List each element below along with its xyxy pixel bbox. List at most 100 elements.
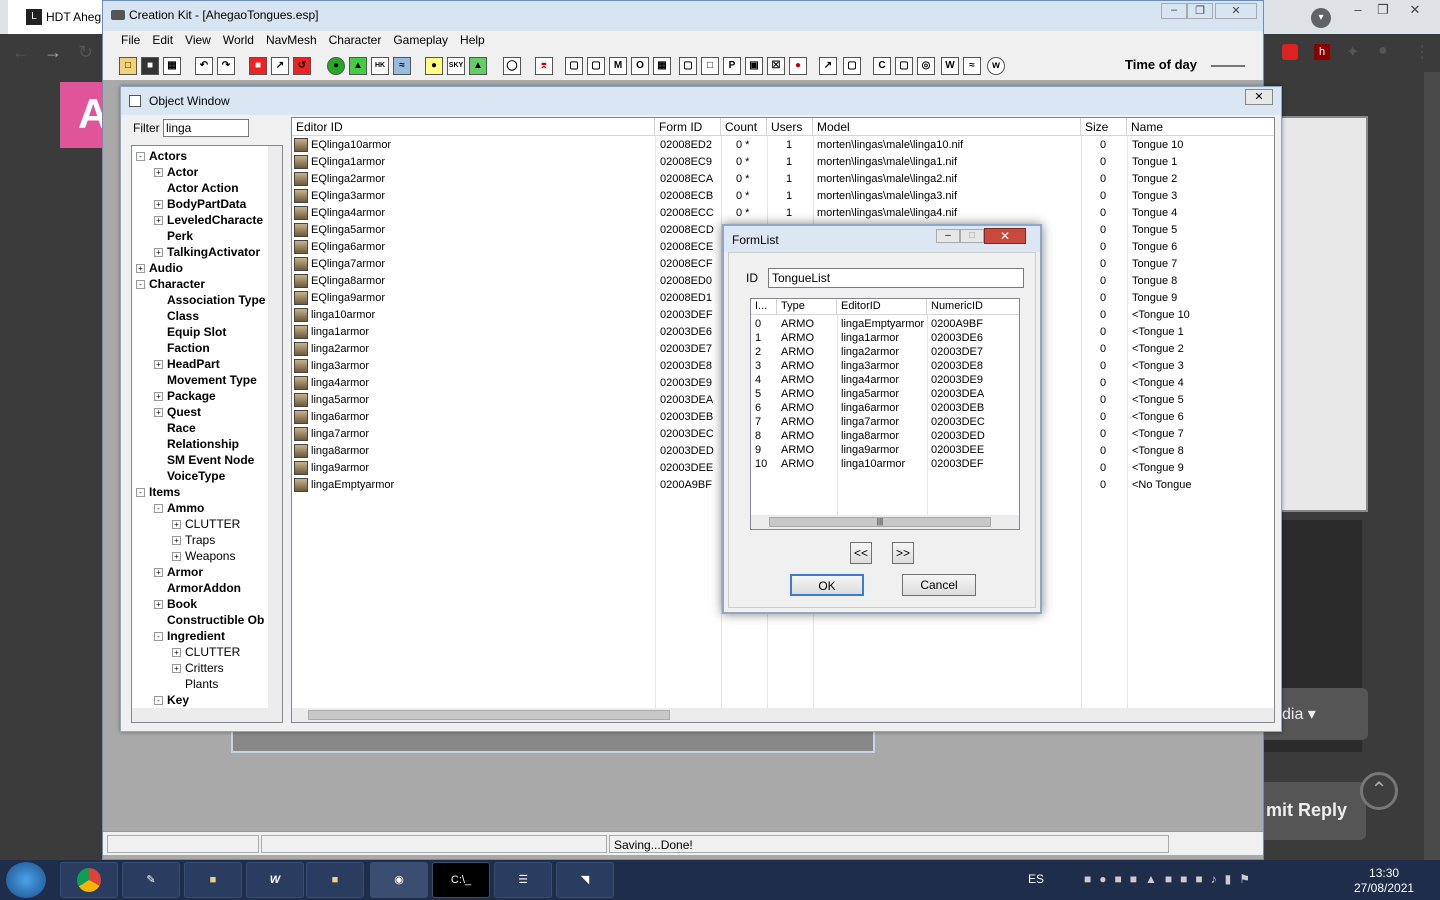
collapse-icon[interactable]: - xyxy=(136,152,145,162)
tree-node[interactable]: + Audio xyxy=(136,260,183,276)
tree-node[interactable]: SM Event Node xyxy=(154,452,254,468)
tree-node[interactable]: + Traps xyxy=(172,532,215,548)
target-icon[interactable]: ◎ xyxy=(917,57,935,75)
tree-node[interactable]: Class xyxy=(154,308,199,324)
object-window-close-icon[interactable]: ✕ xyxy=(1245,89,1273,105)
menu-view[interactable]: View xyxy=(179,33,217,51)
page-scrollbar[interactable] xyxy=(1424,72,1440,860)
object-row[interactable]: EQlinga10armor 02008ED2 0 * 1 morten\lingas\… xyxy=(292,137,1274,154)
browser-maximize-icon[interactable]: ❐ xyxy=(1370,2,1396,22)
navmesh-green-icon[interactable]: ● xyxy=(327,57,345,75)
formlist-close-icon[interactable]: ✕ xyxy=(984,228,1026,244)
account-avatar-icon[interactable]: ● xyxy=(1378,42,1388,60)
tree-node[interactable]: Relationship xyxy=(154,436,239,452)
water-w-icon[interactable]: W xyxy=(941,57,959,75)
collapse-icon[interactable]: - xyxy=(154,632,163,642)
expand-icon[interactable]: + xyxy=(172,552,181,562)
tree-node[interactable]: - Character xyxy=(136,276,205,292)
move-up-button[interactable]: << xyxy=(850,542,872,564)
browser-back-icon[interactable]: ← xyxy=(12,42,30,63)
expand-icon[interactable]: + xyxy=(172,520,181,530)
taskbar-folder-icon[interactable]: ■ xyxy=(306,862,364,898)
tree-node[interactable]: + Quest xyxy=(154,404,201,420)
expand-icon[interactable]: + xyxy=(172,664,181,674)
menu-gameplay[interactable]: Gameplay xyxy=(387,33,454,51)
col-users[interactable]: Users xyxy=(767,118,813,136)
tree-node[interactable]: - Key xyxy=(154,692,189,708)
taskbar-app-icon[interactable]: ◥ xyxy=(556,862,614,898)
taskbar-document-icon[interactable]: ☰ xyxy=(494,862,552,898)
tree-node[interactable]: + Package xyxy=(154,388,216,404)
tree-node[interactable]: VoiceType xyxy=(154,468,225,484)
menu-edit[interactable]: Edit xyxy=(146,33,179,51)
expand-icon[interactable]: + xyxy=(154,360,163,370)
tree-node[interactable]: Movement Type xyxy=(154,372,257,388)
fl-col-index[interactable]: I... xyxy=(751,299,777,315)
taskbar-clock[interactable]: 13:30 27/08/2021 xyxy=(1354,866,1414,896)
tree-node[interactable]: - Ammo xyxy=(154,500,204,516)
object-row[interactable]: EQlinga2armor 02008ECA 0 * 1 morten\lingas\m… xyxy=(292,171,1274,188)
multibound-icon[interactable]: □ xyxy=(701,57,719,75)
ck-close-icon[interactable]: ✕ xyxy=(1215,3,1257,19)
extensions-puzzle-icon[interactable]: ✦ xyxy=(1346,42,1359,62)
col-model[interactable]: Model xyxy=(813,118,1081,136)
taskbar-console-icon[interactable]: C:\_ xyxy=(432,862,490,898)
expand-icon[interactable]: + xyxy=(154,168,163,178)
expand-icon[interactable]: + xyxy=(172,648,181,658)
browser-profile-icon[interactable]: ▾ xyxy=(1311,8,1331,28)
fog-icon[interactable]: ≈ xyxy=(393,57,411,75)
light-bulb-icon[interactable]: ● xyxy=(425,57,443,75)
undo-icon[interactable]: ↶ xyxy=(195,57,213,75)
save-icon[interactable]: ■ xyxy=(141,57,159,75)
scroll-top-icon[interactable]: ⌃ xyxy=(1360,772,1398,810)
tree-node[interactable]: Constructible Ob xyxy=(154,612,264,628)
expand-icon[interactable]: + xyxy=(172,536,181,546)
object-row[interactable]: EQlinga3armor 02008ECB 0 * 1 morten\lingas\m… xyxy=(292,188,1274,205)
object-list-hscrollbar[interactable] xyxy=(292,708,1274,722)
sound-icon[interactable]: ● xyxy=(789,57,807,75)
room-bound-icon[interactable]: ▢ xyxy=(679,57,697,75)
tree-node[interactable]: + HeadPart xyxy=(154,356,220,372)
fl-col-editorid[interactable]: EditorID xyxy=(837,299,927,315)
col-count[interactable]: Count xyxy=(721,118,767,136)
start-button-icon[interactable] xyxy=(6,862,46,898)
move-tool-icon[interactable]: ↗ xyxy=(271,57,289,75)
taskbar-explorer-icon[interactable]: ■ xyxy=(184,862,242,898)
tree-node[interactable]: Association Type xyxy=(154,292,265,308)
havok-icon[interactable]: HK xyxy=(371,57,389,75)
col-size[interactable]: Size xyxy=(1081,118,1127,136)
tree-node[interactable]: + Armor xyxy=(154,564,203,580)
browser-close-icon[interactable]: ✕ xyxy=(1402,2,1428,22)
browser-reload-icon[interactable]: ↻ xyxy=(78,42,93,63)
tree-node[interactable]: - Items xyxy=(136,484,180,500)
menu-world[interactable]: World xyxy=(217,33,260,51)
taskbar-creation-kit-icon[interactable]: ◉ xyxy=(370,862,428,898)
tree-node[interactable]: Plants xyxy=(172,676,218,692)
object-list-hscroll-thumb[interactable] xyxy=(308,710,670,720)
collapse-icon[interactable]: - xyxy=(154,696,163,706)
collapse-icon[interactable]: - xyxy=(154,504,163,514)
redo-icon[interactable]: ↷ xyxy=(217,57,235,75)
language-indicator[interactable]: ES xyxy=(1028,872,1044,886)
cancel-button[interactable]: Cancel xyxy=(902,574,976,596)
tree-node[interactable]: + CLUTTER xyxy=(172,516,240,532)
formlist-row[interactable]: 9 ARMO linga9armor 02003DEE xyxy=(751,443,1019,457)
tree-node[interactable]: + BodyPartData xyxy=(154,196,246,212)
browser-forward-icon[interactable]: → xyxy=(44,42,62,63)
preferences-icon[interactable]: ▦ xyxy=(163,57,181,75)
fl-col-numericid[interactable]: NumericID xyxy=(927,299,1019,315)
no-collision-icon[interactable]: ☒ xyxy=(767,57,785,75)
taskbar-chrome-icon[interactable] xyxy=(60,862,118,898)
camera-c-icon[interactable]: C xyxy=(873,57,891,75)
browser-menu-icon[interactable]: ⋮ xyxy=(1414,42,1430,62)
grass-icon[interactable]: ▲ xyxy=(469,57,487,75)
tree-node[interactable]: + CLUTTER xyxy=(172,644,240,660)
time-of-day-slider[interactable] xyxy=(1211,65,1245,67)
ok-button[interactable]: OK xyxy=(790,574,864,596)
cube-3-icon[interactable]: ▢ xyxy=(843,57,861,75)
collision-icon[interactable]: ▣ xyxy=(745,57,763,75)
occlusion-o-icon[interactable]: O xyxy=(631,57,649,75)
render-window-icon[interactable]: ■ xyxy=(249,57,267,75)
formlist-row[interactable]: 5 ARMO linga5armor 02003DEA xyxy=(751,387,1019,401)
formlist-row[interactable]: 3 ARMO linga3armor 02003DE8 xyxy=(751,359,1019,373)
